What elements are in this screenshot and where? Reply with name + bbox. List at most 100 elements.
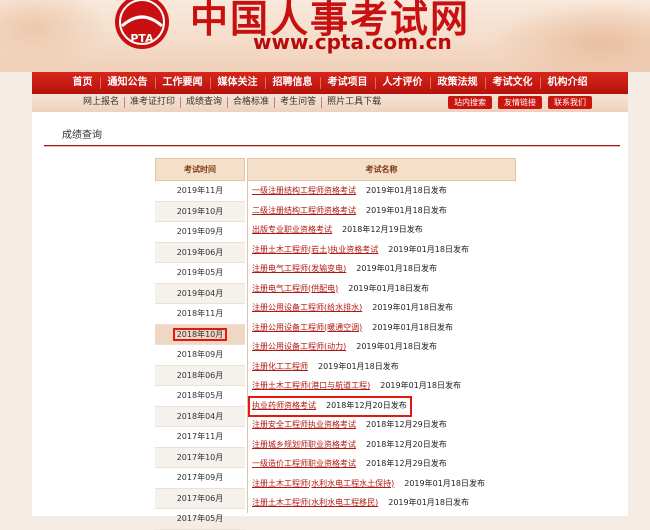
nav-item-home[interactable]: 首页: [66, 77, 101, 89]
publish-date: 2019年01月18日发布: [356, 342, 437, 351]
date-row[interactable]: 2018年05月: [155, 386, 245, 407]
utility-links: 站内搜索 友情链接 联系我们: [442, 96, 592, 109]
nav-item-exam-projects[interactable]: 考试项目: [321, 77, 376, 89]
date-label: 2019年11月: [176, 186, 224, 195]
banner-decoration-left: [0, 0, 110, 72]
section-divider-shadow: [44, 146, 620, 147]
date-row[interactable]: 2017年05月: [155, 509, 245, 530]
exam-row: 注册土木工程师(岩土)执业资格考试 2019年01月18日发布: [248, 240, 516, 260]
exam-link[interactable]: 注册土木工程师(水利水电工程移民): [252, 498, 378, 507]
nav-item-news[interactable]: 工作要闻: [156, 77, 211, 89]
link-faq[interactable]: 考生问答: [275, 97, 323, 108]
exam-date-column: 考试时间 2019年11月 2019年10月 2019年09月 2019年06月…: [155, 158, 245, 530]
date-row[interactable]: 2017年06月: [155, 488, 245, 509]
exam-link[interactable]: 注册公用设备工程师(给水排水): [252, 303, 362, 312]
contact-us-button[interactable]: 联系我们: [548, 96, 592, 109]
date-label: 2017年10月: [176, 452, 224, 462]
exam-link[interactable]: 出版专业职业资格考试: [252, 225, 332, 234]
exam-link[interactable]: 注册公用设备工程师(动力): [252, 342, 346, 351]
date-label: 2018年04月: [176, 411, 224, 421]
date-label: 2019年04月: [176, 288, 224, 298]
exam-row-highlighted: 执业药师资格考试 2018年12月20日发布: [248, 395, 516, 417]
exam-name-column: 考试名称 一级注册结构工程师资格考试 2019年01月18日发布 二级注册结构工程…: [247, 158, 516, 513]
logo-text: PTA: [130, 32, 154, 45]
main-nav: 首页 通知公告 工作要闻 媒体关注 招聘信息 考试项目 人才评价 政策法规 考试…: [32, 72, 628, 94]
link-photo-tool[interactable]: 照片工具下载: [322, 97, 386, 108]
date-label: 2019年06月: [176, 247, 224, 257]
nav-item-media[interactable]: 媒体关注: [211, 77, 266, 89]
publish-date: 2018年12月19日发布: [342, 225, 423, 234]
pta-logo-icon[interactable]: PTA: [112, 0, 172, 56]
link-online-registration[interactable]: 网上报名: [78, 97, 126, 108]
date-row[interactable]: 2017年11月: [155, 427, 245, 448]
nav-item-exam-culture[interactable]: 考试文化: [486, 77, 541, 89]
nav-item-policies[interactable]: 政策法规: [431, 77, 486, 89]
exam-row: 注册公用设备工程师(给水排水) 2019年01月18日发布: [248, 298, 516, 318]
exam-link[interactable]: 注册土木工程师(岩土)执业资格考试: [252, 245, 378, 254]
publish-date: 2018年12月20日发布: [366, 439, 447, 449]
exam-link[interactable]: 注册电气工程师(发输变电): [252, 264, 346, 273]
publish-date: 2019年01月18日发布: [366, 205, 447, 215]
date-label: 2017年09月: [176, 473, 224, 482]
exam-link[interactable]: 执业药师资格考试: [252, 401, 316, 410]
date-row[interactable]: 2019年05月: [155, 263, 245, 284]
date-row[interactable]: 2019年04月: [155, 283, 245, 304]
site-url: www.cpta.com.cn: [253, 30, 452, 54]
publish-date: 2019年01月18日发布: [404, 478, 485, 488]
exam-link[interactable]: 一级造价工程师职业资格考试: [252, 459, 356, 468]
date-row[interactable]: 2018年04月: [155, 406, 245, 427]
date-row[interactable]: 2018年06月: [155, 365, 245, 386]
date-label-selected: 2018年10月: [172, 327, 228, 341]
exam-row: 注册土木工程师(水利水电工程移民) 2019年01月18日发布: [248, 493, 516, 513]
date-row[interactable]: 2019年09月: [155, 222, 245, 243]
date-label: 2017年05月: [176, 514, 224, 523]
date-row-selected[interactable]: 2018年10月: [155, 324, 245, 345]
publish-date: 2019年01月18日发布: [356, 264, 437, 273]
site-banner: PTA 中国人事考试网 www.cpta.com.cn: [0, 0, 650, 72]
date-label: 2018年05月: [176, 391, 224, 400]
publish-date: 2019年01月18日发布: [388, 498, 469, 507]
exam-link[interactable]: 注册化工工程师: [252, 362, 308, 371]
date-label: 2017年11月: [176, 432, 224, 441]
publish-date: 2019年01月18日发布: [372, 322, 453, 332]
link-admission-ticket[interactable]: 准考证打印: [125, 97, 182, 108]
exam-link[interactable]: 二级注册结构工程师资格考试: [252, 206, 356, 215]
date-label: 2019年05月: [176, 268, 224, 277]
publish-date: 2019年01月18日发布: [348, 283, 429, 293]
exam-link[interactable]: 注册土木工程师(水利水电工程水土保持): [252, 479, 394, 488]
publish-date: 2019年01月18日发布: [366, 186, 447, 195]
exam-link[interactable]: 注册土木工程师(港口与航道工程): [252, 381, 370, 390]
nav-item-about[interactable]: 机构介绍: [541, 77, 595, 89]
exam-row: 一级注册结构工程师资格考试 2019年01月18日发布: [248, 181, 516, 201]
exam-row: 注册电气工程师(供配电) 2019年01月18日发布: [248, 279, 516, 299]
date-row[interactable]: 2017年09月: [155, 468, 245, 489]
exam-link[interactable]: 注册公用设备工程师(暖通空调): [252, 323, 362, 332]
link-pass-standard[interactable]: 合格标准: [228, 97, 276, 108]
nav-item-notices[interactable]: 通知公告: [101, 77, 156, 89]
publish-date: 2019年01月18日发布: [318, 361, 399, 371]
exam-link[interactable]: 注册电气工程师(供配电): [252, 284, 338, 293]
exam-link[interactable]: 注册城乡规划师职业资格考试: [252, 440, 356, 449]
publish-date: 2019年01月18日发布: [372, 303, 453, 312]
date-row[interactable]: 2019年11月: [155, 181, 245, 202]
date-row[interactable]: 2017年10月: [155, 447, 245, 468]
exam-row: 出版专业职业资格考试 2018年12月19日发布: [248, 220, 516, 240]
exam-link[interactable]: 一级注册结构工程师资格考试: [252, 186, 356, 195]
date-row[interactable]: 2018年09月: [155, 345, 245, 366]
publish-date: 2018年12月29日发布: [366, 420, 447, 429]
date-row[interactable]: 2019年06月: [155, 242, 245, 263]
publish-date: 2018年12月20日发布: [326, 400, 407, 410]
quick-links: 网上报名 准考证打印 成绩查询 合格标准 考生问答 照片工具下载: [78, 97, 386, 108]
exam-row: 注册化工工程师 2019年01月18日发布: [248, 357, 516, 377]
date-row[interactable]: 2019年10月: [155, 201, 245, 222]
nav-item-talent-evaluation[interactable]: 人才评价: [376, 77, 431, 89]
date-row[interactable]: 2018年11月: [155, 304, 245, 325]
nav-item-recruitment[interactable]: 招聘信息: [266, 77, 321, 89]
date-label: 2018年06月: [176, 370, 224, 380]
site-search-button[interactable]: 站内搜索: [448, 96, 492, 109]
exam-row: 注册电气工程师(发输变电) 2019年01月18日发布: [248, 259, 516, 279]
exam-link[interactable]: 注册安全工程师执业资格考试: [252, 420, 356, 429]
friend-links-button[interactable]: 友情链接: [498, 96, 542, 109]
link-score-query[interactable]: 成绩查询: [181, 97, 229, 108]
date-label: 2018年09月: [176, 350, 224, 359]
